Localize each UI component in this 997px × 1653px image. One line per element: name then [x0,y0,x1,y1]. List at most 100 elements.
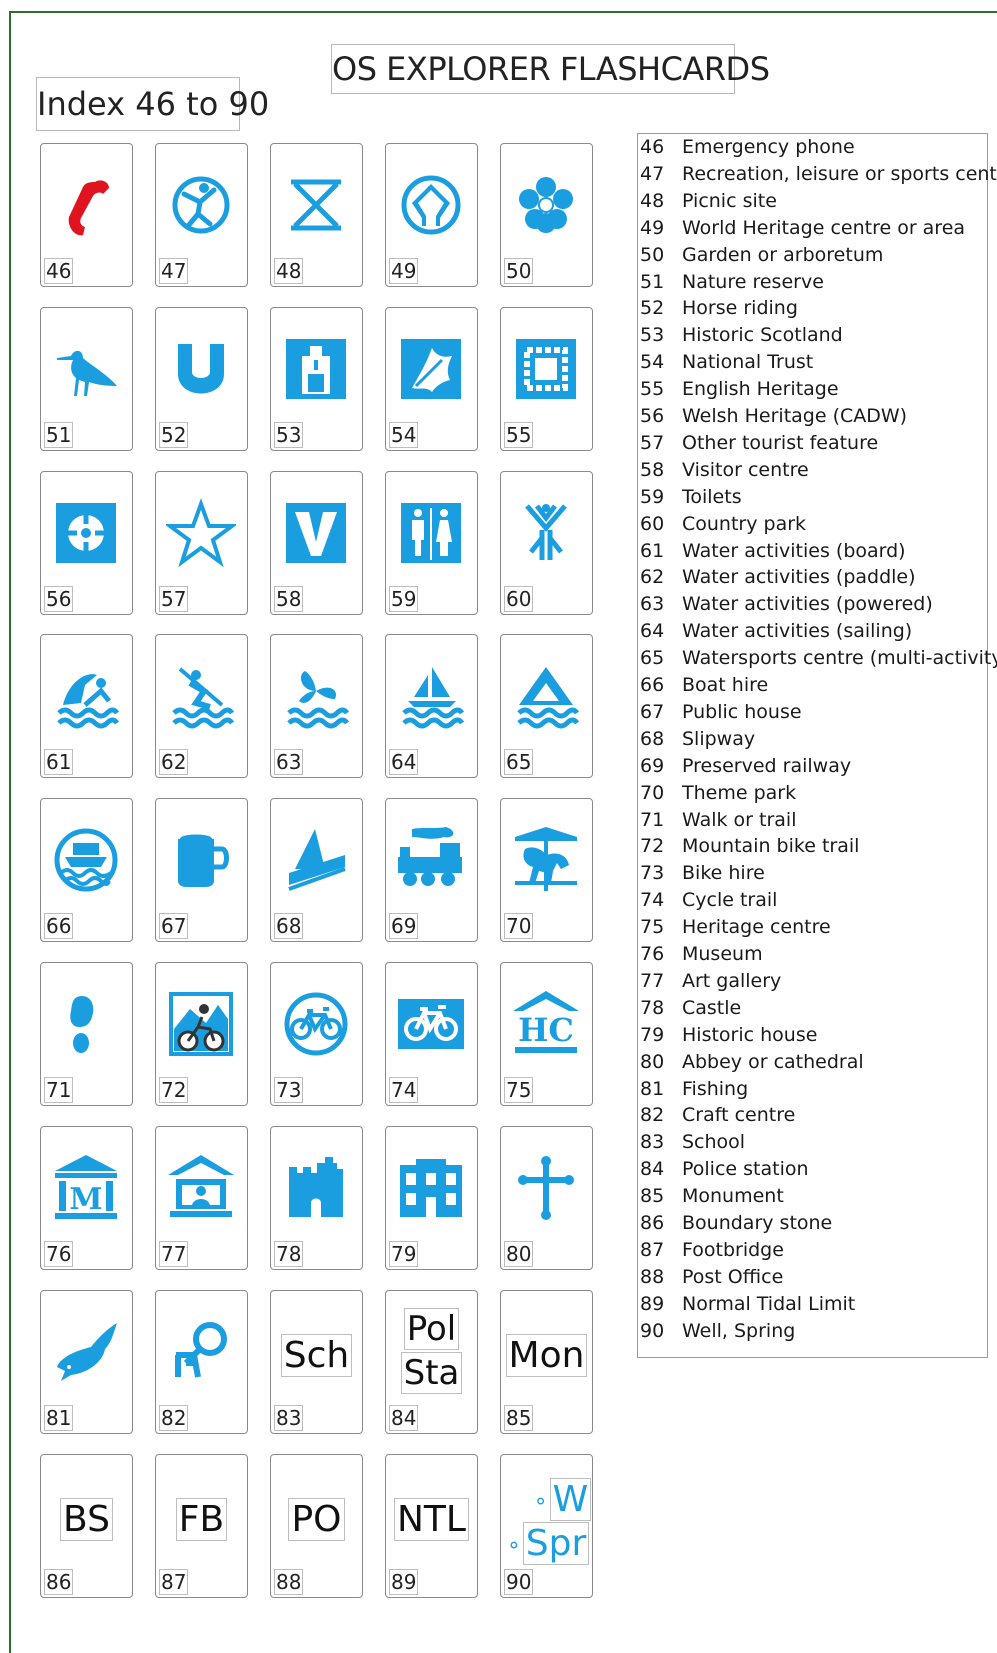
visitor-centre-icon [281,498,351,568]
legend-item: 58 Visitor centre [640,457,809,484]
legend-label: Historic Scotland [682,324,843,347]
legend-item: 82 Craft centre [640,1102,795,1129]
legend-item: 69 Preserved railway [640,753,851,780]
flashcard-number: 46 [44,258,74,284]
flashcard-88: PO 88 [270,1454,363,1598]
flashcard-80: 80 [500,1126,593,1270]
flashcard-77: 77 [155,1126,248,1270]
legend-label: Well, Spring [682,1319,796,1342]
legend-number: 76 [640,943,665,965]
flashcard-number: 77 [159,1241,189,1267]
historic-house-icon [396,1153,466,1223]
abbrev-label: NTL [394,1498,469,1541]
legend-label: Normal Tidal Limit [682,1292,856,1315]
legend-number: 72 [640,835,665,858]
legend-label: Castle [682,996,742,1019]
legend-label: National Trust [682,351,814,374]
legend-item: 90 Well, Spring [640,1318,795,1345]
legend-label: Art gallery [682,969,782,992]
legend-number: 81 [640,1077,665,1100]
flashcard-number: 51 [44,422,74,448]
craft-centre-icon [166,1317,236,1387]
legend-number: 86 [640,1212,665,1234]
legend-item: 83 School [640,1129,745,1156]
legend-label: Emergency phone [682,136,855,158]
legend-number: 78 [640,996,665,1019]
legend-number: 83 [640,1131,665,1154]
flashcard-number: 74 [389,1077,419,1103]
flashcard-64: 64 [385,634,478,778]
flashcard-83: Sch 83 [270,1290,363,1434]
flashcard-69: 69 [385,798,478,942]
flashcard-63: 63 [270,634,363,778]
legend-number: 80 [640,1050,665,1073]
legend-label: Cycle trail [682,889,778,912]
flashcard-number: 84 [389,1405,419,1431]
legend-item: 77 Art gallery [640,968,781,995]
legend-number: 55 [640,378,665,401]
legend-number: 73 [640,862,665,885]
legend-number: 56 [640,405,665,427]
flashcard-number: 86 [44,1569,74,1595]
legend-item: 53 Historic Scotland [640,322,843,349]
legend-label: Visitor centre [682,458,809,481]
flashcard-number: 81 [44,1405,74,1431]
legend-number: 65 [640,647,665,670]
national-trust-icon [396,334,466,404]
flashcard-number: 67 [159,913,189,939]
flashcard-51: 51 [40,307,133,451]
flashcard-59: 59 [385,471,478,615]
legend-label: Theme park [682,781,797,804]
legend-number: 60 [640,512,665,535]
legend-label: Boundary stone [682,1212,833,1234]
page-title: OS EXPLORER FLASHCARDS [331,44,770,94]
nature-reserve-bird-icon [51,334,121,404]
flashcard-abbrev-text: Sch [271,1334,362,1377]
flashcard-49: 49 [385,143,478,287]
flashcard-74: 74 [385,962,478,1106]
flashcard-number: 64 [389,749,419,775]
museum-icon: M [51,1153,121,1223]
flashcard-57: 57 [155,471,248,615]
legend-item: 66 Boat hire [640,672,768,699]
legend-number: 46 [640,136,665,158]
flashcard-number: 82 [159,1405,189,1431]
flashcard-number: 76 [44,1241,74,1267]
horseshoe-icon [166,334,236,404]
legend-item: 54 National Trust [640,349,813,376]
flashcard-number: 80 [504,1241,534,1267]
legend-number: 59 [640,485,665,508]
legend-item: 78 Castle [640,995,741,1022]
legend-label: Slipway [682,727,756,750]
flashcard-number: 65 [504,749,534,775]
legend-item: 48 Picnic site [640,188,777,215]
flashcard-84: Pol Sta 84 [385,1290,478,1434]
boat-hire-icon [51,825,121,895]
flashcard-number: 71 [44,1077,74,1103]
legend-label: School [682,1131,746,1154]
legend-item: 81 Fishing [640,1076,748,1103]
legend-number: 49 [640,216,665,239]
flashcard-number: 52 [159,422,189,448]
legend-label: Historic house [682,1023,818,1046]
flashcard-75: HC 75 [500,962,593,1106]
flashcard-number: 88 [274,1569,304,1595]
abbrev-label: Sta [400,1352,463,1394]
flashcard-number: 63 [274,749,304,775]
legend-number: 66 [640,674,665,696]
legend-item: 70 Theme park [640,780,796,807]
cadw-icon [51,498,121,568]
flashcard-90: ∘ W ∘ Spr 90 [500,1454,593,1598]
legend-label: Monument [682,1185,784,1208]
slipway-icon [281,825,351,895]
abbrev-label: W [549,1478,592,1521]
flashcard-abbrev-text: FB [156,1498,247,1541]
flashcard-number: 72 [159,1077,189,1103]
flashcard-56: 56 [40,471,133,615]
country-park-icon [511,498,581,568]
legend-number: 89 [640,1292,665,1315]
legend-item: 49 World Heritage centre or area [640,215,965,242]
water-powered-icon [281,661,351,731]
flashcard-number: 78 [274,1241,304,1267]
legend-item: 63 Water activities (powered) [640,591,933,618]
